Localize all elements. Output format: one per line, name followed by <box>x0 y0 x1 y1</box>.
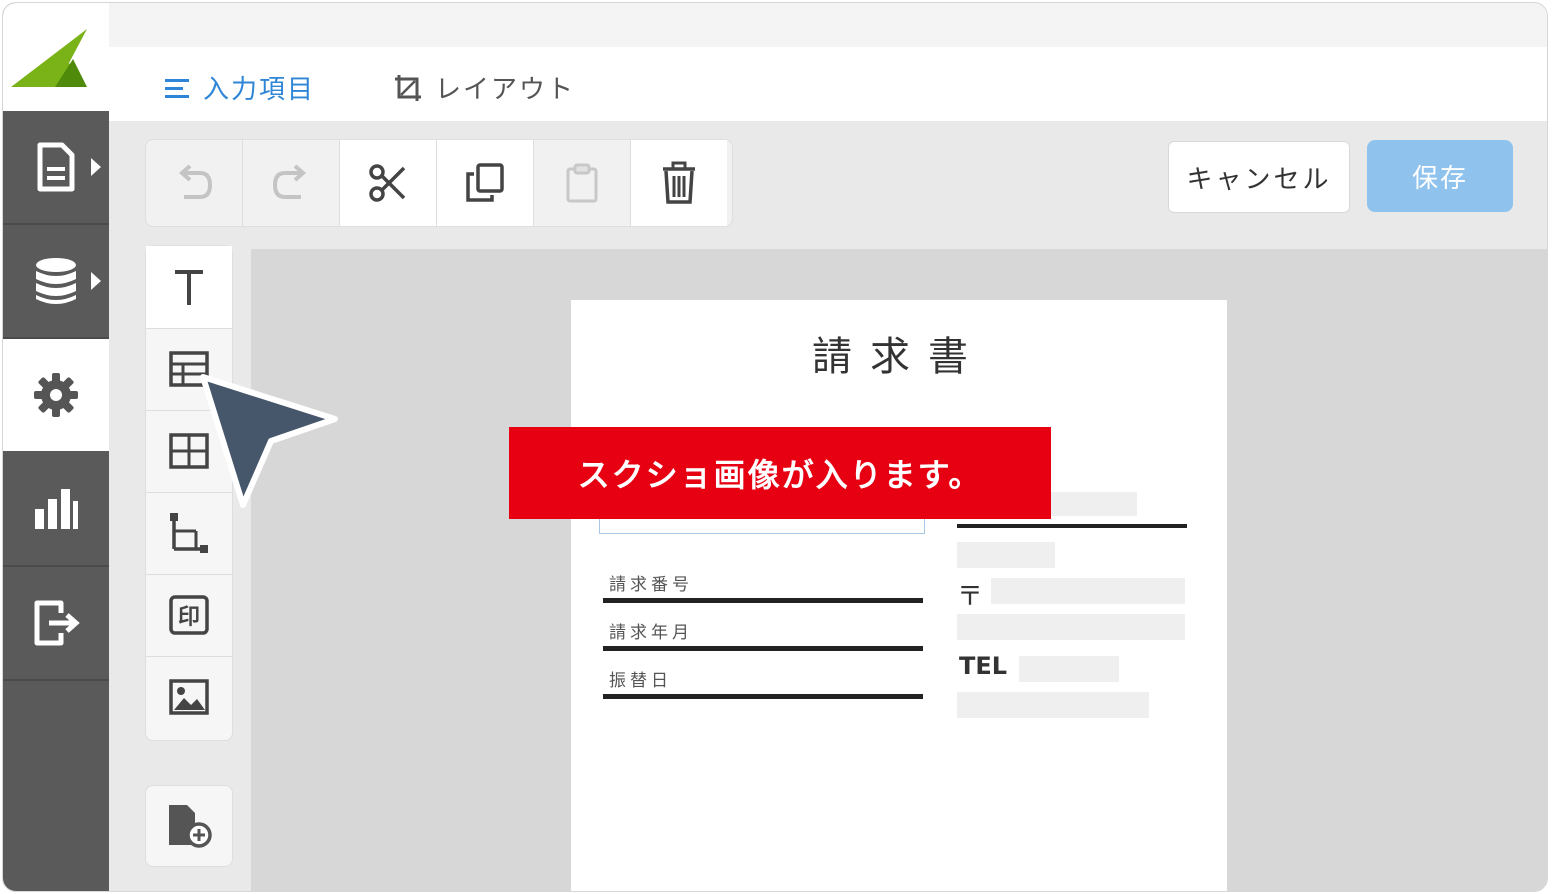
sidebar-item-reports[interactable] <box>3 453 109 567</box>
tab-input-items-label: 入力項目 <box>203 75 316 105</box>
field-line <box>603 646 923 651</box>
cursor-arrow-icon <box>200 374 338 508</box>
sidebar-item-database[interactable] <box>3 225 109 339</box>
app-window: 入力項目 レイアウト キャンセル 保存 印 請求書 請求番号 請求年月 振替日 … <box>2 2 1548 892</box>
add-page-icon <box>169 805 212 848</box>
tab-input-items[interactable]: 入力項目 <box>163 69 315 106</box>
layout-crop-icon <box>395 74 421 101</box>
chevron-right-icon <box>91 158 101 176</box>
logo-icon <box>11 29 87 87</box>
bar-chart-icon <box>35 489 78 529</box>
save-button[interactable]: 保存 <box>1367 140 1513 212</box>
undo-icon <box>178 164 213 199</box>
sidebar <box>3 3 109 891</box>
sidebar-item-export[interactable] <box>3 567 109 681</box>
edit-toolbar <box>145 139 733 227</box>
redo-button[interactable] <box>243 140 340 226</box>
placeholder-block <box>957 692 1149 718</box>
tab-bar: 入力項目 レイアウト <box>109 47 1547 121</box>
field-label-invoice-number: 請求番号 <box>609 575 693 595</box>
field-label-invoice-month: 請求年月 <box>609 623 693 643</box>
top-strip <box>109 3 1547 47</box>
database-icon <box>36 258 76 304</box>
palette-stamp[interactable]: 印 <box>146 574 232 657</box>
cut-icon <box>369 164 406 202</box>
sidebar-item-document[interactable] <box>3 111 109 225</box>
field-label-transfer-date: 振替日 <box>609 671 672 691</box>
invoice-page[interactable]: 請求書 請求番号 請求年月 振替日 〒 TEL <box>571 300 1227 891</box>
redo-icon <box>272 164 307 199</box>
postal-mark: 〒 <box>957 582 984 612</box>
underline <box>957 524 1187 528</box>
trash-icon <box>663 161 695 204</box>
tab-layout-label: レイアウト <box>435 75 576 105</box>
logo <box>3 3 109 111</box>
copy-icon <box>466 163 504 202</box>
placeholder-block <box>957 542 1055 568</box>
svg-text:印: 印 <box>178 605 200 630</box>
gear-icon <box>34 373 78 417</box>
palette-text[interactable] <box>146 246 232 329</box>
screenshot-placeholder-banner: スクショ画像が入ります。 <box>509 427 1051 519</box>
text-icon <box>175 270 203 305</box>
copy-button[interactable] <box>437 140 534 226</box>
cut-button[interactable] <box>340 140 437 226</box>
list-icon <box>165 78 189 98</box>
add-page-button[interactable] <box>145 785 233 867</box>
paste-icon <box>566 163 598 203</box>
palette-image[interactable] <box>146 656 232 738</box>
placeholder-block <box>957 614 1185 640</box>
undo-button[interactable] <box>146 140 243 226</box>
invoice-title: 請求書 <box>812 334 986 380</box>
placeholder-block <box>991 578 1185 604</box>
paste-button[interactable] <box>534 140 631 226</box>
field-line <box>603 598 923 603</box>
stamp-icon: 印 <box>169 595 209 635</box>
tab-layout[interactable]: レイアウト <box>393 69 575 106</box>
export-icon <box>34 600 80 646</box>
delete-button[interactable] <box>631 140 727 226</box>
tel-label: TEL <box>959 652 1008 680</box>
image-icon <box>169 679 209 715</box>
cancel-button[interactable]: キャンセル <box>1168 141 1350 213</box>
chevron-right-icon <box>91 272 101 290</box>
field-line <box>603 694 923 699</box>
document-icon <box>37 142 75 192</box>
sidebar-item-settings[interactable] <box>3 339 109 451</box>
placeholder-block <box>1019 656 1119 682</box>
